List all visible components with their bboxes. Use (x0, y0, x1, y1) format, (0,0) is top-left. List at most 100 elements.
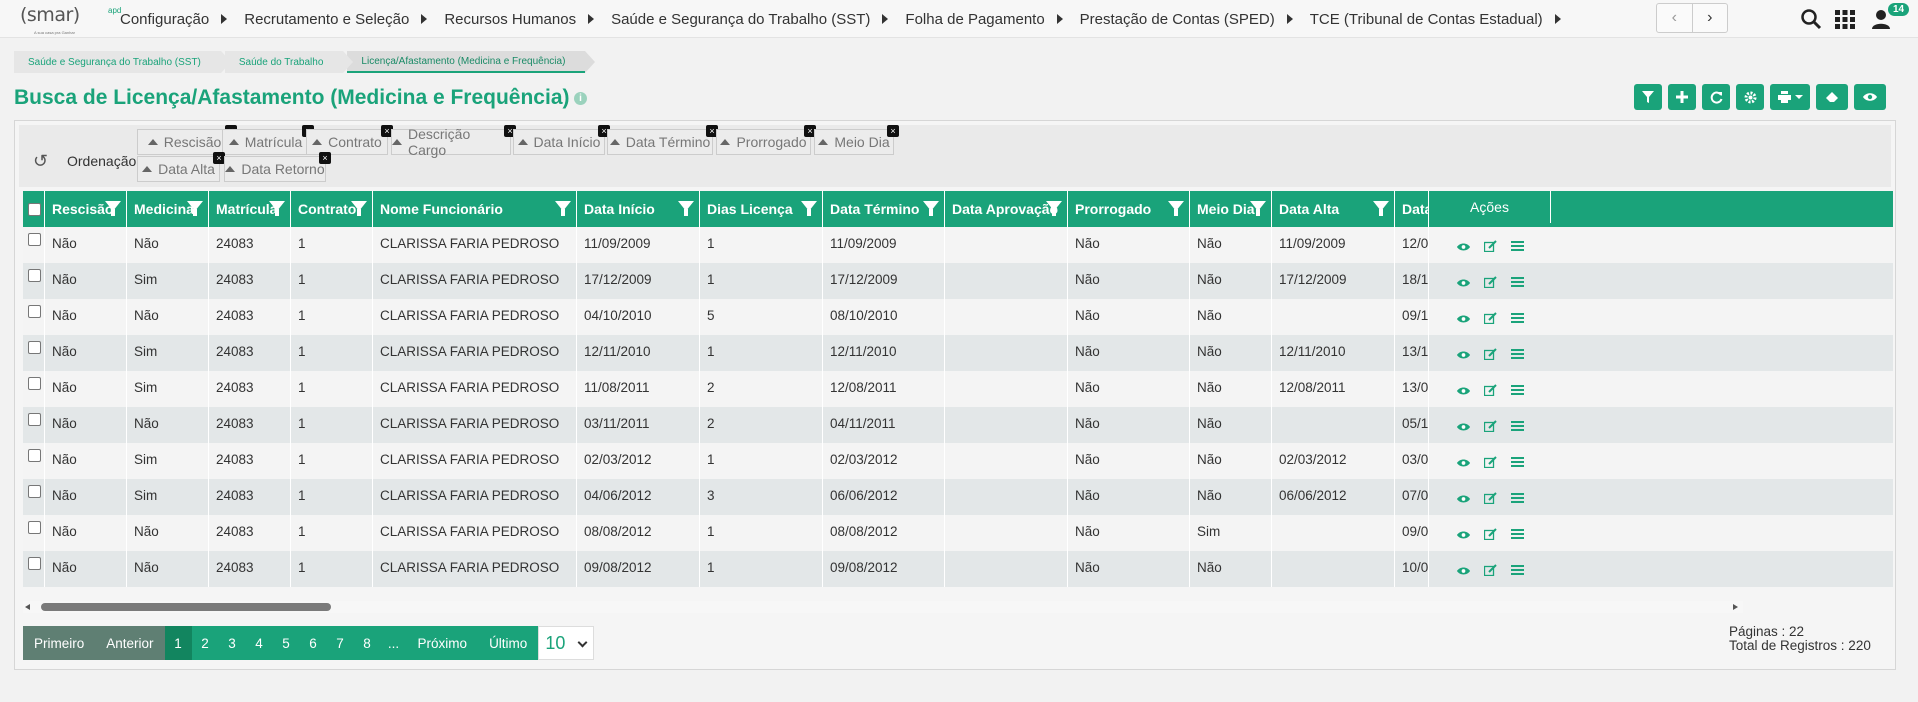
view-icon[interactable] (1457, 455, 1470, 467)
add-button[interactable] (1668, 84, 1696, 110)
column-header[interactable]: Nome Funcionário (373, 191, 577, 227)
filter-icon[interactable] (923, 201, 939, 216)
page-number-button[interactable]: 4 (245, 626, 273, 660)
sort-chip[interactable]: Meio Dia × (814, 125, 899, 155)
view-icon[interactable] (1457, 239, 1470, 251)
edit-icon[interactable] (1483, 275, 1497, 289)
nav-item[interactable]: Folha de Pagamento (905, 11, 1063, 28)
view-button[interactable] (1854, 84, 1886, 110)
sort-chip[interactable]: Contrato × (306, 125, 393, 155)
nav-item[interactable]: Recrutamento e Seleção (244, 11, 428, 28)
column-header[interactable]: Prorrogado (1068, 191, 1190, 227)
menu-scroll-right-button[interactable]: › (1691, 4, 1728, 32)
menu-icon[interactable] (1511, 383, 1524, 395)
breadcrumb-item[interactable]: Licença/Afastamento (Medicina e Frequênc… (347, 51, 596, 73)
remove-sort-icon[interactable]: × (319, 152, 331, 164)
breadcrumb-item[interactable]: Saúde e Segurança do Trabalho (SST) (14, 51, 231, 73)
sort-chip[interactable]: Data Início × (513, 125, 610, 155)
row-checkbox[interactable] (28, 413, 41, 426)
table-row[interactable]: Não Não 24083 1 CLARISSA FARIA PEDROSO 11/09/… (23, 227, 1893, 263)
row-checkbox[interactable] (28, 449, 41, 462)
prev-page-button[interactable]: Anterior (95, 626, 165, 660)
view-icon[interactable] (1457, 347, 1470, 359)
clear-button[interactable] (1816, 84, 1848, 110)
scroll-thumb[interactable] (41, 603, 331, 611)
table-row[interactable]: Não Não 24083 1 CLARISSA FARIA PEDROSO 03/11/… (23, 407, 1893, 443)
table-row[interactable]: Não Não 24083 1 CLARISSA FARIA PEDROSO 08/08/… (23, 515, 1893, 551)
row-checkbox[interactable] (28, 341, 41, 354)
sort-chip[interactable]: Matrícula× (222, 125, 314, 155)
next-page-button[interactable]: Próximo (406, 626, 479, 660)
edit-icon[interactable] (1483, 347, 1497, 361)
nav-item[interactable]: Configuração (120, 11, 228, 28)
column-header[interactable]: Ações (1429, 191, 1551, 223)
edit-icon[interactable] (1483, 419, 1497, 433)
horizontal-scrollbar[interactable] (23, 601, 1743, 613)
last-page-button[interactable]: Último (478, 626, 539, 660)
page-number-button[interactable]: 2 (191, 626, 219, 660)
select-all-checkbox[interactable] (28, 202, 41, 216)
filter-icon[interactable] (105, 201, 121, 216)
table-row[interactable]: Não Sim 24083 1 CLARISSA FARIA PEDROSO 11/08/… (23, 371, 1893, 407)
view-icon[interactable] (1457, 311, 1470, 323)
settings-button[interactable] (1736, 84, 1764, 110)
page-number-button[interactable]: 3 (218, 626, 246, 660)
filter-icon[interactable] (269, 201, 285, 216)
row-checkbox[interactable] (28, 557, 41, 570)
table-row[interactable]: Não Não 24083 1 CLARISSA FARIA PEDROSO 09/08/… (23, 551, 1893, 587)
scroll-right-arrow[interactable] (1733, 604, 1738, 610)
menu-icon[interactable] (1511, 527, 1524, 539)
menu-icon[interactable] (1511, 563, 1524, 575)
row-checkbox[interactable] (28, 377, 41, 390)
page-number-button[interactable]: 1 (164, 626, 192, 660)
filter-icon[interactable] (678, 201, 694, 216)
menu-icon[interactable] (1511, 239, 1524, 251)
view-icon[interactable] (1457, 419, 1470, 431)
table-row[interactable]: Não Sim 24083 1 CLARISSA FARIA PEDROSO 12/11/… (23, 335, 1893, 371)
page-size-select[interactable]: 10 (538, 626, 595, 660)
page-number-button[interactable]: ... (380, 626, 407, 660)
page-number-button[interactable]: 7 (326, 626, 354, 660)
menu-icon[interactable] (1511, 311, 1524, 323)
scroll-left-arrow[interactable] (25, 604, 30, 610)
menu-icon[interactable] (1511, 347, 1524, 359)
nav-item[interactable]: Recursos Humanos (444, 11, 595, 28)
filter-icon[interactable] (1373, 201, 1389, 216)
table-row[interactable]: Não Sim 24083 1 CLARISSA FARIA PEDROSO 04/06/… (23, 479, 1893, 515)
menu-icon[interactable] (1511, 419, 1524, 431)
view-icon[interactable] (1457, 527, 1470, 539)
reset-sort-icon[interactable]: ↺ (33, 151, 48, 172)
view-icon[interactable] (1457, 275, 1470, 287)
search-icon[interactable] (1800, 8, 1822, 30)
nav-item[interactable]: TCE (Tribunal de Contas Estadual) (1310, 11, 1561, 28)
smar-logo[interactable]: (smar) apd A sua casa pra Ganhar (20, 4, 121, 35)
menu-icon[interactable] (1511, 275, 1524, 287)
refresh-button[interactable] (1702, 84, 1730, 110)
filter-icon[interactable] (1046, 201, 1062, 216)
table-row[interactable]: Não Não 24083 1 CLARISSA FARIA PEDROSO 04/10/… (23, 299, 1893, 335)
column-header[interactable]: Data Término (823, 191, 945, 227)
page-number-button[interactable]: 6 (299, 626, 327, 660)
column-header[interactable]: Data Alta (1272, 191, 1395, 227)
sort-chip[interactable]: Data Término × (607, 125, 718, 155)
sort-chip[interactable]: Descrição Cargo × (391, 125, 516, 158)
filter-icon[interactable] (1168, 201, 1184, 216)
row-checkbox[interactable] (28, 485, 41, 498)
breadcrumb-item[interactable]: Saúde do Trabalho (224, 51, 353, 73)
column-header[interactable]: Rescisão (45, 191, 127, 227)
edit-icon[interactable] (1483, 455, 1497, 469)
edit-icon[interactable] (1483, 239, 1497, 253)
table-row[interactable]: Não Sim 24083 1 CLARISSA FARIA PEDROSO 17/12/… (23, 263, 1893, 299)
column-header[interactable]: Meio Dia (1190, 191, 1272, 227)
first-page-button[interactable]: Primeiro (23, 626, 96, 660)
filter-button[interactable] (1634, 84, 1662, 110)
nav-item[interactable]: Saúde e Segurança do Trabalho (SST) (611, 11, 889, 28)
menu-icon[interactable] (1511, 455, 1524, 467)
row-checkbox[interactable] (28, 305, 41, 318)
column-header[interactable]: Matrícula (209, 191, 291, 227)
apps-grid-icon[interactable] (1834, 8, 1856, 30)
column-header[interactable]: Dias Licença (700, 191, 823, 227)
edit-icon[interactable] (1483, 563, 1497, 577)
filter-icon[interactable] (187, 201, 203, 216)
remove-sort-icon[interactable]: × (887, 125, 899, 137)
